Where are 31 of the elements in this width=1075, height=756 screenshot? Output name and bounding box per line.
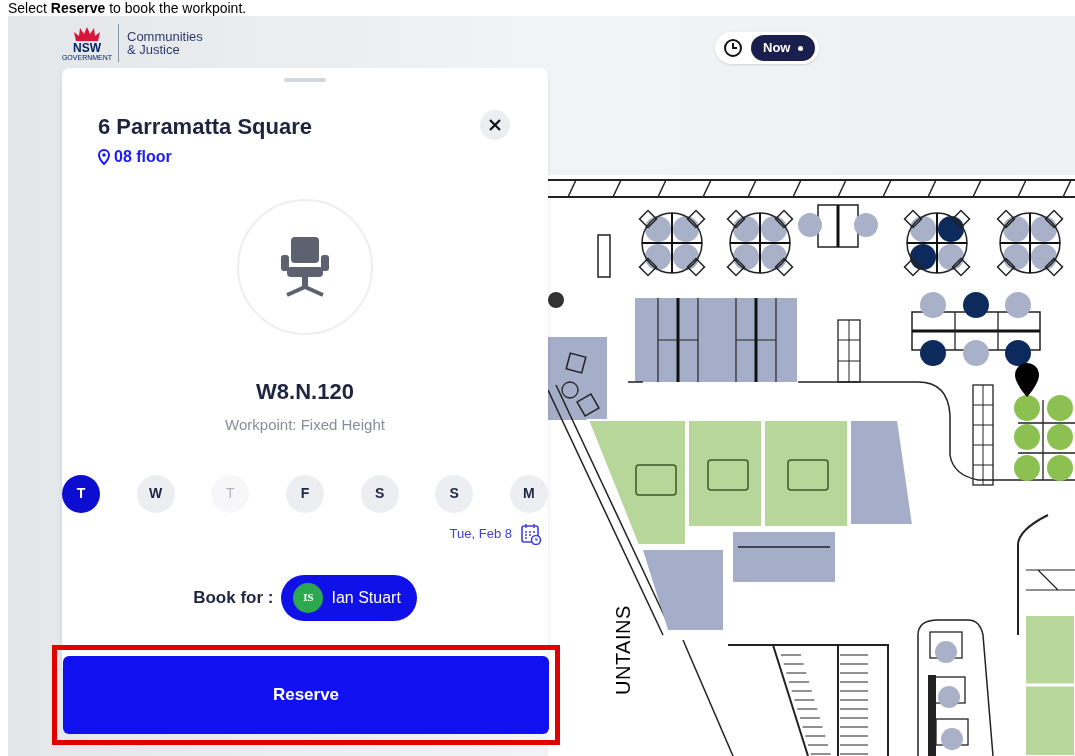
drag-handle[interactable] xyxy=(284,78,326,82)
floor-label: 08 floor xyxy=(114,147,172,167)
close-button[interactable] xyxy=(480,110,510,140)
calendar-icon[interactable] xyxy=(520,522,542,545)
avatar-initials: IS xyxy=(293,582,324,613)
logo-wordmark: NSW xyxy=(73,42,101,54)
person-name: Ian Stuart xyxy=(331,587,401,608)
day-button[interactable]: M xyxy=(509,474,548,513)
clock-icon xyxy=(723,38,743,58)
map-label: UNTAINS xyxy=(611,605,635,695)
day-button[interactable]: S xyxy=(435,474,474,513)
selected-date: Tue, Feb 8 xyxy=(449,524,512,543)
day-button[interactable]: W xyxy=(136,474,175,513)
workpoint-type: Workpoint: Fixed Height xyxy=(225,415,385,435)
day-button[interactable]: T xyxy=(62,474,100,513)
reserve-button[interactable]: Reserve xyxy=(63,656,549,734)
office-chair-icon xyxy=(279,235,331,299)
location-marker-icon xyxy=(1015,363,1039,397)
instruction-text: Select Reserve to book the workpoint. xyxy=(8,0,247,16)
time-toggle[interactable]: Now xyxy=(715,32,820,64)
building-title: 6 Parramatta Square xyxy=(98,113,312,141)
person-chip[interactable]: IS Ian Stuart xyxy=(281,574,417,621)
day-button[interactable]: F xyxy=(285,474,324,513)
department-name: & Justice xyxy=(127,43,181,56)
department-name: Communities xyxy=(127,30,203,43)
close-icon xyxy=(489,119,501,131)
day-button[interactable]: S xyxy=(360,474,399,513)
workpoint-id: W8.N.120 xyxy=(256,378,354,406)
book-for-label: Book for : xyxy=(193,586,274,609)
now-button[interactable]: Now xyxy=(751,35,816,61)
location-pin-icon xyxy=(98,149,110,165)
